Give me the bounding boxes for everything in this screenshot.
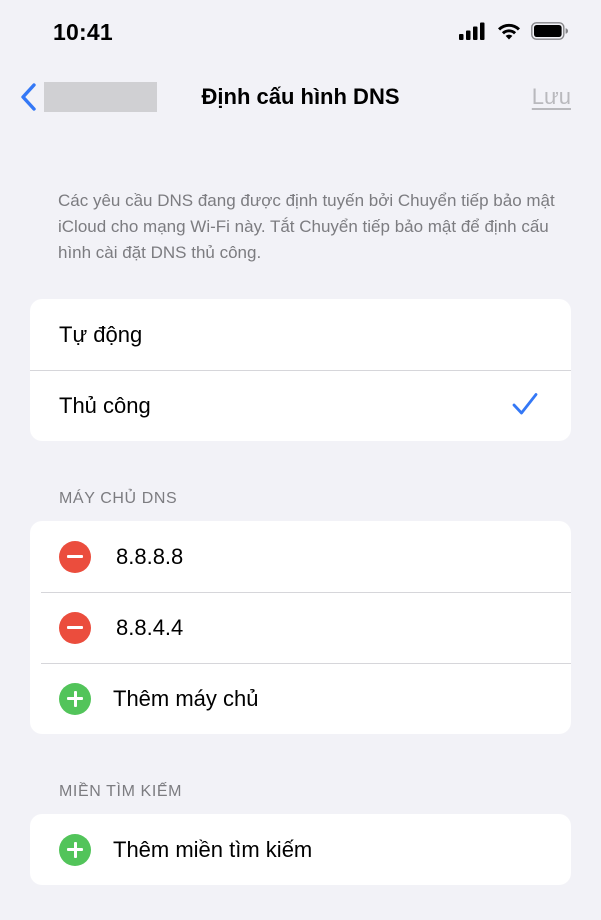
- dns-server-row[interactable]: 8.8.8.8: [30, 521, 571, 592]
- dns-servers-header: MÁY CHỦ DNS: [59, 490, 178, 507]
- option-automatic-label: Tự động: [59, 321, 143, 347]
- add-server-button[interactable]: [59, 682, 91, 715]
- search-domains-header: MIỀN TÌM KIẾM: [59, 783, 183, 800]
- delete-server-button[interactable]: [59, 540, 91, 573]
- cellular-signal-icon: [459, 22, 485, 40]
- dns-server-row[interactable]: 8.8.4.4: [30, 592, 571, 663]
- option-manual-label: Thủ công: [59, 392, 151, 418]
- add-search-domain-row[interactable]: Thêm miền tìm kiếm: [30, 814, 571, 885]
- plus-icon: [67, 690, 83, 707]
- dns-mode-group: Tự động Thủ công: [30, 299, 571, 441]
- battery-icon: [531, 22, 568, 40]
- status-bar: 10:41: [0, 0, 601, 60]
- page-title: Định cấu hình DNS: [201, 84, 400, 109]
- dns-info-text: Các yêu cầu DNS đang được định tuyến bởi…: [58, 191, 555, 262]
- add-server-label: Thêm máy chủ: [113, 685, 259, 711]
- dns-server-address[interactable]: 8.8.8.8: [116, 544, 183, 570]
- add-server-row[interactable]: Thêm máy chủ: [30, 663, 571, 734]
- navigation-bar: Định cấu hình DNS Lưu: [0, 72, 601, 122]
- wifi-icon: [498, 23, 520, 40]
- minus-icon: [67, 626, 83, 629]
- checkmark-icon: [512, 393, 538, 415]
- dns-server-address[interactable]: 8.8.4.4: [116, 615, 183, 641]
- option-manual[interactable]: Thủ công: [30, 370, 571, 441]
- add-search-domain-label: Thêm miền tìm kiếm: [113, 836, 313, 862]
- dns-servers-group: 8.8.8.8 8.8.4.4 Thêm máy chủ: [30, 521, 571, 734]
- add-search-domain-button[interactable]: [59, 833, 91, 866]
- minus-icon: [67, 555, 83, 558]
- status-time: 10:41: [53, 19, 113, 45]
- save-button[interactable]: Lưu: [532, 84, 571, 110]
- delete-server-button[interactable]: [59, 611, 91, 644]
- option-automatic[interactable]: Tự động: [30, 299, 571, 370]
- search-domains-group: Thêm miền tìm kiếm: [30, 814, 571, 885]
- plus-icon: [67, 841, 83, 858]
- status-icons: [459, 22, 569, 40]
